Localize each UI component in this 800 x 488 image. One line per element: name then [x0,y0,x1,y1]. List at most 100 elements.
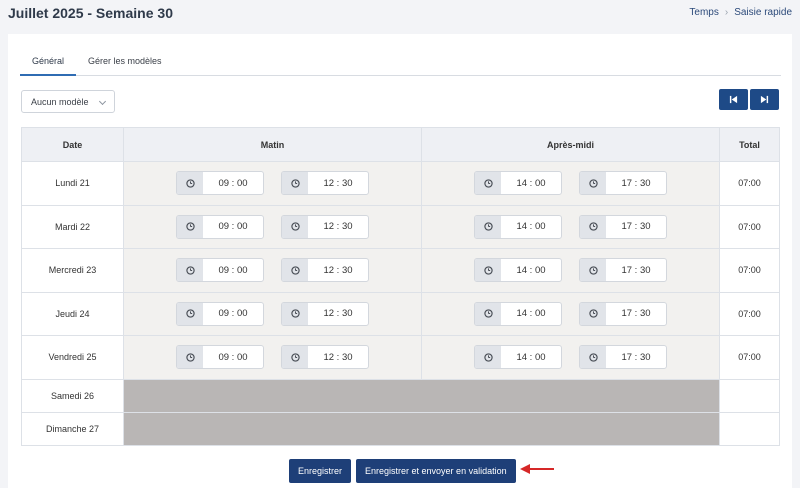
page-title: Juillet 2025 - Semaine 30 [8,5,173,21]
morning-end-input-value: 12 : 30 [323,351,353,363]
morning-start-input[interactable]: 09 : 00 [176,171,264,196]
afternoon-start-input-value: 14 : 00 [516,221,546,233]
morning-end-input[interactable]: 12 : 30 [281,258,369,283]
morning-start-input[interactable]: 09 : 00 [176,345,264,370]
afternoon-start-input[interactable]: 14 : 00 [474,171,562,196]
afternoon-start-input-value: 14 : 00 [516,308,546,320]
morning-cell: 09 : 00 12 : 30 [123,161,422,206]
row-date: Mercredi 23 [21,248,124,293]
skip-forward-icon [760,95,769,104]
clock-icon[interactable] [475,215,501,238]
table-row: Samedi 26 [21,378,780,413]
clock-icon[interactable] [177,302,203,325]
clock-icon[interactable] [282,302,308,325]
table-row: Lundi 21 09 : 00 12 : 30 14 : 00 17 : 30 07:0… [21,161,780,206]
previous-week-button[interactable] [719,89,748,110]
morning-end-input-value: 12 : 30 [323,264,353,276]
clock-icon[interactable] [475,172,501,195]
morning-end-input[interactable]: 12 : 30 [281,345,369,370]
morning-start-input[interactable]: 09 : 00 [176,258,264,283]
timesheet-table: Date Matin Après-midi Total Lundi 21 09 :… [21,127,780,446]
morning-end-input-value: 12 : 30 [323,177,353,189]
afternoon-end-input[interactable]: 17 : 30 [579,345,667,370]
afternoon-start-input[interactable]: 14 : 00 [474,301,562,326]
tab-general[interactable]: Général [20,50,77,76]
morning-cell: 09 : 00 12 : 30 [123,204,422,249]
row-date: Mardi 22 [21,204,124,249]
morning-start-input[interactable]: 09 : 00 [176,214,264,239]
tab-bar: Général Gérer les modèles [20,50,781,76]
row-total: 07:00 [719,335,780,380]
row-total: 07:00 [719,204,780,249]
skip-back-icon [729,95,738,104]
next-week-button[interactable] [750,89,779,110]
row-date: Lundi 21 [21,161,124,206]
clock-icon[interactable] [580,259,606,282]
clock-icon[interactable] [475,302,501,325]
chevron-down-icon [98,97,107,106]
afternoon-start-input-value: 14 : 00 [516,264,546,276]
morning-end-input[interactable]: 12 : 30 [281,301,369,326]
afternoon-end-input[interactable]: 17 : 30 [579,171,667,196]
row-total: 07:00 [719,161,780,206]
afternoon-end-input-value: 17 : 30 [621,308,651,320]
afternoon-end-input-value: 17 : 30 [621,351,651,363]
afternoon-start-input[interactable]: 14 : 00 [474,258,562,283]
model-select-value: Aucun modèle [31,97,89,107]
clock-icon[interactable] [282,346,308,369]
morning-end-input[interactable]: 12 : 30 [281,214,369,239]
afternoon-end-input[interactable]: 17 : 30 [579,258,667,283]
chevron-right-icon: › [724,7,729,18]
afternoon-start-input[interactable]: 14 : 00 [474,345,562,370]
model-select[interactable]: Aucun modèle [21,90,115,113]
clock-icon[interactable] [282,172,308,195]
row-total: 07:00 [719,291,780,336]
clock-icon[interactable] [475,346,501,369]
table-row: Mardi 22 09 : 00 12 : 30 14 : 00 17 : 30 07:0… [21,204,780,249]
afternoon-cell: 14 : 00 17 : 30 [421,335,720,380]
clock-icon[interactable] [580,215,606,238]
afternoon-start-input[interactable]: 14 : 00 [474,214,562,239]
afternoon-end-input[interactable]: 17 : 30 [579,214,667,239]
clock-icon[interactable] [177,259,203,282]
clock-icon[interactable] [580,172,606,195]
morning-end-input[interactable]: 12 : 30 [281,171,369,196]
clock-icon[interactable] [580,302,606,325]
row-date: Jeudi 24 [21,291,124,336]
table-row: Jeudi 24 09 : 00 12 : 30 14 : 00 17 : 30 07:0… [21,291,780,336]
row-total: 07:00 [719,248,780,293]
clock-icon[interactable] [177,346,203,369]
afternoon-cell: 14 : 00 17 : 30 [421,161,720,206]
weekend-disabled-cell [123,411,720,446]
row-total [719,411,780,446]
tab-manage-models[interactable]: Gérer les modèles [76,50,174,76]
clock-icon[interactable] [177,215,203,238]
clock-icon[interactable] [282,215,308,238]
row-date: Samedi 26 [21,378,124,413]
week-nav [719,89,779,110]
morning-start-input-value: 09 : 00 [218,308,248,320]
clock-icon[interactable] [282,259,308,282]
breadcrumb: Temps › Saisie rapide [689,7,792,18]
header-total: Total [719,127,780,162]
footer-actions: Enregistrer Enregistrer et envoyer en va… [289,459,516,483]
table-row: Dimanche 27 [21,411,780,446]
row-date: Dimanche 27 [21,411,124,446]
clock-icon[interactable] [580,346,606,369]
clock-icon[interactable] [475,259,501,282]
red-arrow-icon [520,464,554,474]
morning-start-input-value: 09 : 00 [218,177,248,189]
save-and-submit-button[interactable]: Enregistrer et envoyer en validation [356,459,516,483]
breadcrumb-saisie-rapide[interactable]: Saisie rapide [734,7,792,18]
afternoon-end-input-value: 17 : 30 [621,221,651,233]
afternoon-cell: 14 : 00 17 : 30 [421,248,720,293]
morning-start-input[interactable]: 09 : 00 [176,301,264,326]
afternoon-end-input[interactable]: 17 : 30 [579,301,667,326]
clock-icon[interactable] [177,172,203,195]
breadcrumb-temps[interactable]: Temps [689,7,718,18]
afternoon-cell: 14 : 00 17 : 30 [421,204,720,249]
morning-cell: 09 : 00 12 : 30 [123,291,422,336]
morning-cell: 09 : 00 12 : 30 [123,335,422,380]
table-row: Mercredi 23 09 : 00 12 : 30 14 : 00 17 : 30 0… [21,248,780,293]
save-button[interactable]: Enregistrer [289,459,352,483]
